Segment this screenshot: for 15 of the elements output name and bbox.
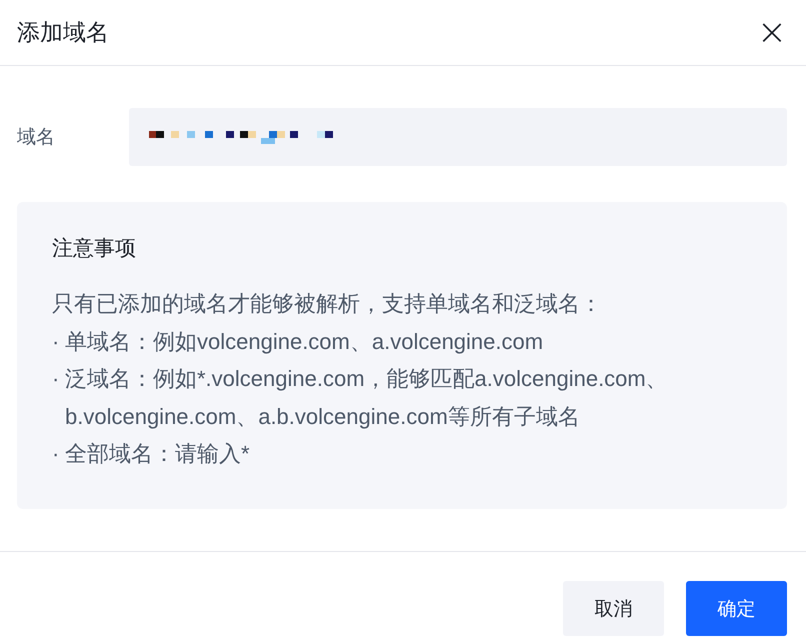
notice-line: 全部域名：请输入* — [65, 440, 251, 468]
field-label: 域名 — [17, 126, 56, 150]
bullet-mark: · — [52, 328, 60, 356]
close-button[interactable]: × — [754, 18, 789, 48]
notice-line: 泛域名：例如*.volcengine.com，能够匹配a.volcengine.com、 — [65, 365, 669, 393]
bullet-mark: · — [52, 440, 60, 468]
dialog-title: 添加域名 — [17, 18, 109, 47]
domain-input-field[interactable] — [129, 108, 787, 166]
notice-text: 只有已添加的域名才能够被解析，支持单域名和泛域名： — [52, 290, 603, 318]
confirm-button[interactable]: 确定 — [686, 581, 787, 636]
cancel-button[interactable]: 取消 — [563, 581, 664, 636]
notice-line: b.volcengine.com、a.b.volcengine.com等所有子域名 — [65, 402, 581, 431]
bullet-mark: · — [52, 365, 60, 393]
notice-title: 注意事项 — [52, 236, 137, 262]
notice-line: 单域名：例如volcengine.com、a.volcengine.com — [65, 328, 544, 356]
